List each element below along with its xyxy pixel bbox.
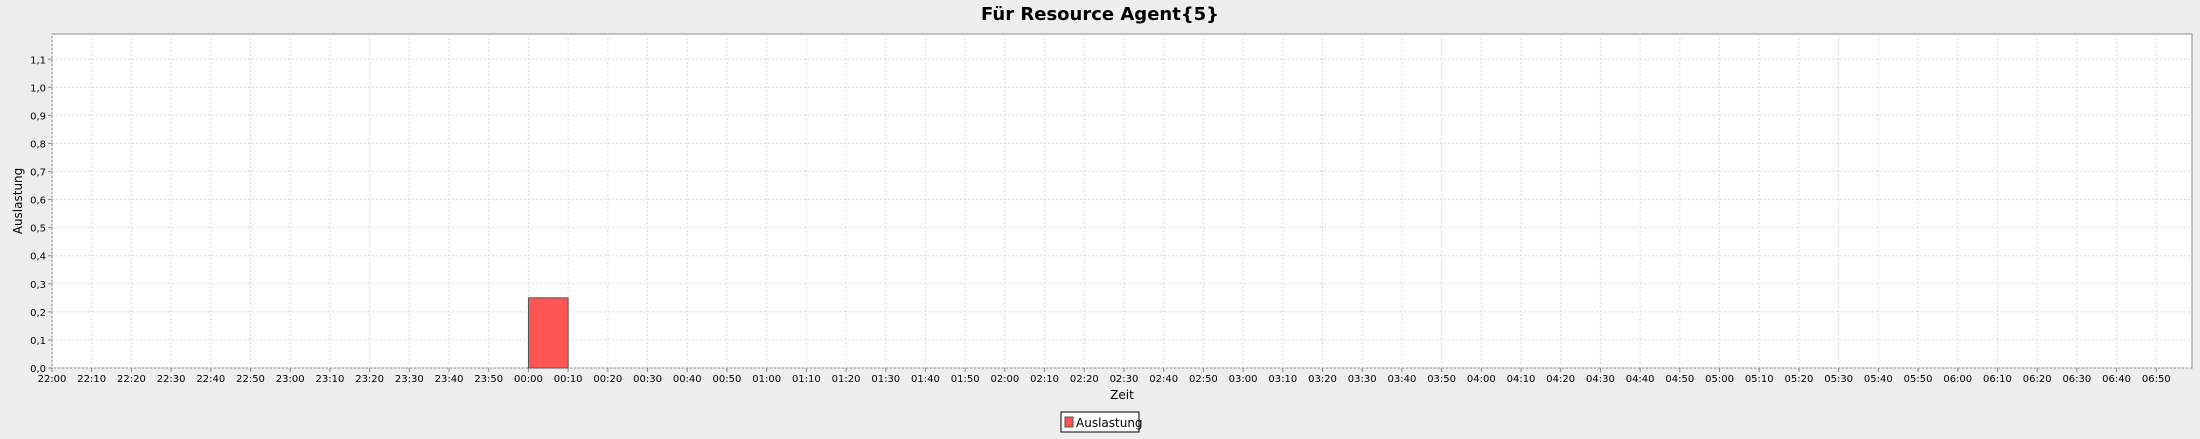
x-tick-label: 23:10: [316, 374, 345, 385]
x-axis-label: Zeit: [1110, 388, 1134, 402]
chart-svg: Für Resource Agent{5} 22:00 22:10 22:20 22:…: [0, 0, 2200, 435]
x-tick-label: 06:10: [1983, 374, 2012, 385]
y-tick-label: 0,4: [30, 252, 46, 263]
x-tick-label: 23:30: [395, 374, 424, 385]
x-tick-label: 01:30: [871, 374, 900, 385]
x-tick-label: 01:00: [752, 374, 781, 385]
chart-panel: Für Resource Agent{5} 22:00 22:10 22:20 22:…: [0, 0, 2200, 435]
x-tick-label: 22:20: [117, 374, 146, 385]
y-tick-label: 0,7: [30, 168, 46, 179]
x-tick-label: 01:10: [792, 374, 821, 385]
y-tick-label: 0,5: [30, 224, 46, 235]
x-tick-label: 22:10: [77, 374, 106, 385]
x-tick-label: 01:40: [911, 374, 940, 385]
y-tick-label: 0,0: [30, 364, 46, 375]
x-tick-label: 00:00: [514, 374, 543, 385]
x-tick-label: 05:40: [1864, 374, 1893, 385]
x-tick-label: 02:30: [1110, 374, 1139, 385]
y-tick-label: 0,8: [30, 139, 46, 150]
x-tick-label: 05:30: [1824, 374, 1853, 385]
x-tick-label: 05:20: [1785, 374, 1814, 385]
x-tick-label: 23:00: [276, 374, 305, 385]
legend-swatch: [1064, 416, 1074, 428]
x-tick-label: 02:40: [1149, 374, 1178, 385]
x-tick-label: 00:40: [673, 374, 702, 385]
plot-area: [51, 33, 2193, 369]
x-tick-label: 04:30: [1586, 374, 1615, 385]
x-tick-label: 01:50: [951, 374, 980, 385]
x-tick-label: 06:00: [1943, 374, 1972, 385]
x-tick-label: 03:20: [1308, 374, 1337, 385]
x-tick-label: 00:10: [554, 374, 583, 385]
x-tick-label: 05:00: [1705, 374, 1734, 385]
bar-layer: [527, 297, 569, 369]
x-tick-label: 06:30: [2062, 374, 2091, 385]
x-tick-label: 03:40: [1387, 374, 1416, 385]
x-tick-label: 04:40: [1626, 374, 1655, 385]
x-tick-label: 22:40: [196, 374, 225, 385]
x-tick-label: 02:50: [1189, 374, 1218, 385]
legend: Auslastung: [1060, 411, 1143, 433]
x-tick-label: 03:10: [1268, 374, 1297, 385]
x-tick-label: 04:20: [1546, 374, 1575, 385]
x-tick-label: 05:10: [1745, 374, 1774, 385]
y-tick-label: 1,1: [30, 55, 46, 66]
x-tick-label: 05:50: [1904, 374, 1933, 385]
x-tick-label: 04:00: [1467, 374, 1496, 385]
x-tick-label: 06:20: [2023, 374, 2052, 385]
x-tick-label: 00:50: [713, 374, 742, 385]
x-tick-label: 02:00: [990, 374, 1019, 385]
y-axis-label: Auslastung: [11, 168, 25, 235]
legend-label: Auslastung: [1076, 416, 1143, 430]
x-tick-label: 03:00: [1229, 374, 1258, 385]
x-tick-label: 01:20: [832, 374, 861, 385]
x-tick-label: 02:10: [1030, 374, 1059, 385]
x-tick-label: 04:50: [1665, 374, 1694, 385]
x-tick-label: 00:20: [593, 374, 622, 385]
y-tick-label: 0,3: [30, 280, 46, 291]
y-tick-label: 0,1: [30, 336, 46, 347]
y-tick-label: 1,0: [30, 83, 46, 94]
y-tick-label: 0,9: [30, 111, 46, 122]
x-tick-label: 04:10: [1507, 374, 1536, 385]
x-tick-label: 00:30: [633, 374, 662, 385]
y-tick-label: 0,6: [30, 196, 46, 207]
y-tick-label: 0,2: [30, 308, 46, 319]
chart-title: Für Resource Agent{5}: [981, 4, 1219, 25]
x-tick-label: 23:40: [435, 374, 464, 385]
x-tick-label: 22:50: [236, 374, 265, 385]
x-tick-label: 03:30: [1348, 374, 1377, 385]
x-tick-label: 23:50: [474, 374, 503, 385]
x-tick-label: 03:50: [1427, 374, 1456, 385]
x-tick-label: 06:40: [2102, 374, 2131, 385]
x-tick-label: 02:20: [1070, 374, 1099, 385]
bar: [527, 297, 569, 369]
x-tick-label: 23:20: [355, 374, 384, 385]
x-tick-label: 22:00: [38, 374, 67, 385]
x-tick-label: 22:30: [157, 374, 186, 385]
x-tick-label: 06:50: [2142, 374, 2171, 385]
